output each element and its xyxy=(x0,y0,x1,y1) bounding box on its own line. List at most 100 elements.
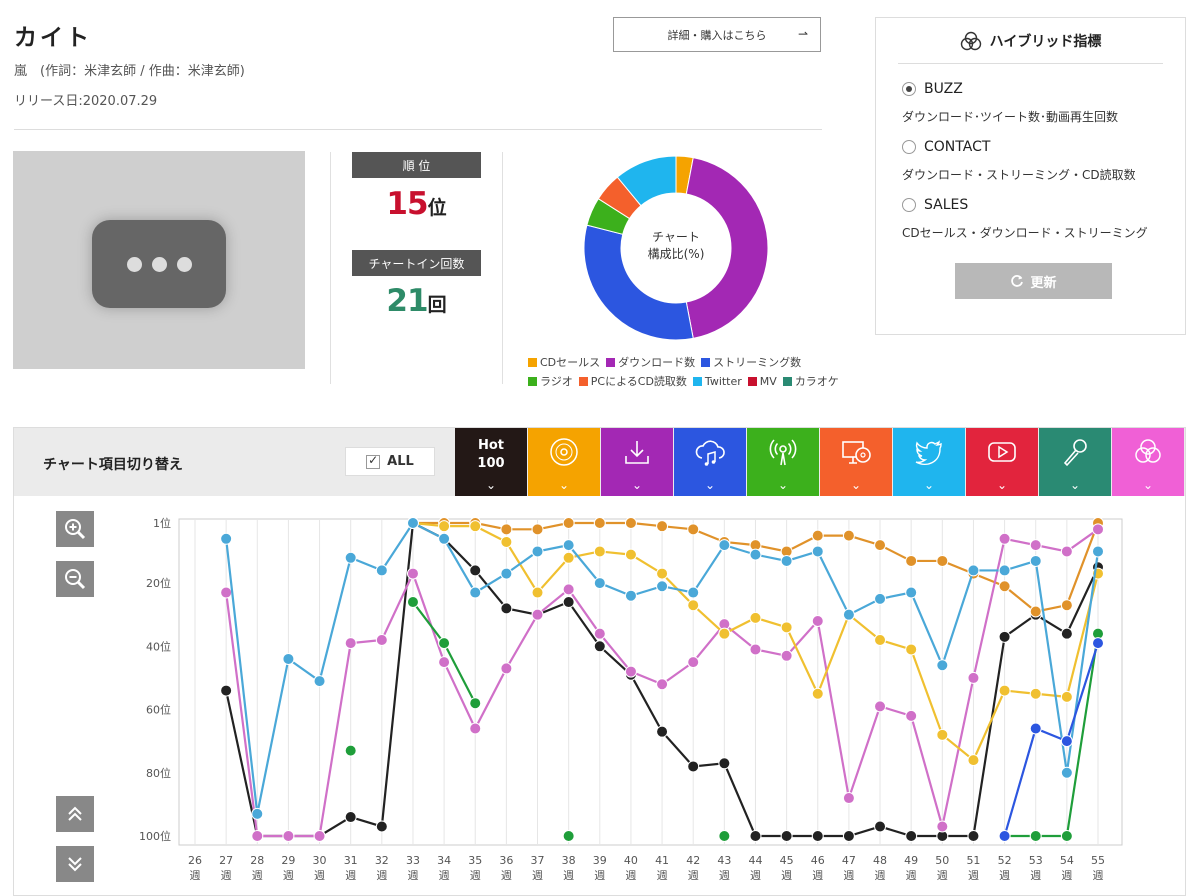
data-point[interactable] xyxy=(905,586,918,599)
data-point[interactable] xyxy=(687,760,700,773)
data-point[interactable] xyxy=(469,520,482,533)
radio-button[interactable] xyxy=(902,198,916,212)
data-point[interactable] xyxy=(687,523,700,536)
data-point[interactable] xyxy=(1029,830,1042,842)
data-point[interactable] xyxy=(1060,735,1073,748)
update-button[interactable]: 更新 xyxy=(955,263,1112,299)
data-point[interactable] xyxy=(656,520,669,533)
data-point[interactable] xyxy=(656,580,669,593)
data-point[interactable] xyxy=(562,551,575,564)
data-point[interactable] xyxy=(905,643,918,656)
data-point[interactable] xyxy=(438,637,451,650)
data-point[interactable] xyxy=(780,621,793,634)
hybrid-option-contact[interactable]: CONTACT xyxy=(902,139,990,155)
data-point[interactable] xyxy=(842,529,855,542)
data-point[interactable] xyxy=(1060,627,1073,640)
data-point[interactable] xyxy=(282,830,295,842)
data-point[interactable] xyxy=(967,754,980,767)
data-point[interactable] xyxy=(656,678,669,691)
data-point[interactable] xyxy=(749,548,762,561)
data-point[interactable] xyxy=(811,615,824,628)
video-player-icon[interactable] xyxy=(92,220,226,308)
data-point[interactable] xyxy=(1029,554,1042,567)
data-point[interactable] xyxy=(656,567,669,580)
data-point[interactable] xyxy=(624,517,637,529)
data-point[interactable] xyxy=(780,830,793,842)
data-point[interactable] xyxy=(469,586,482,599)
data-point[interactable] xyxy=(998,830,1011,842)
data-point[interactable] xyxy=(967,830,980,842)
data-point[interactable] xyxy=(936,659,949,672)
data-point[interactable] xyxy=(313,830,326,842)
data-point[interactable] xyxy=(811,830,824,842)
data-point[interactable] xyxy=(998,684,1011,697)
data-point[interactable] xyxy=(500,602,513,615)
data-point[interactable] xyxy=(687,599,700,612)
data-point[interactable] xyxy=(593,640,606,653)
data-point[interactable] xyxy=(842,608,855,621)
data-point[interactable] xyxy=(718,539,731,552)
data-point[interactable] xyxy=(998,630,1011,643)
data-point[interactable] xyxy=(780,649,793,662)
data-point[interactable] xyxy=(1092,523,1104,536)
data-point[interactable] xyxy=(998,580,1011,593)
data-point[interactable] xyxy=(1029,605,1042,618)
data-point[interactable] xyxy=(1060,545,1073,558)
data-point[interactable] xyxy=(438,532,451,545)
data-point[interactable] xyxy=(344,811,357,824)
data-point[interactable] xyxy=(749,643,762,656)
data-point[interactable] xyxy=(811,545,824,558)
data-point[interactable] xyxy=(998,532,1011,545)
data-point[interactable] xyxy=(874,592,887,605)
data-point[interactable] xyxy=(500,523,513,536)
data-point[interactable] xyxy=(624,548,637,561)
data-point[interactable] xyxy=(967,564,980,577)
data-point[interactable] xyxy=(656,725,669,738)
data-point[interactable] xyxy=(874,633,887,646)
data-point[interactable] xyxy=(593,627,606,640)
data-point[interactable] xyxy=(842,792,855,805)
data-point[interactable] xyxy=(936,820,949,833)
data-point[interactable] xyxy=(874,820,887,833)
data-point[interactable] xyxy=(344,551,357,564)
data-point[interactable] xyxy=(406,517,419,529)
radio-button[interactable] xyxy=(902,140,916,154)
data-point[interactable] xyxy=(375,820,388,833)
data-point[interactable] xyxy=(687,586,700,599)
data-point[interactable] xyxy=(749,830,762,842)
data-point[interactable] xyxy=(375,633,388,646)
data-point[interactable] xyxy=(874,539,887,552)
data-point[interactable] xyxy=(500,662,513,675)
data-point[interactable] xyxy=(220,586,233,599)
data-point[interactable] xyxy=(718,627,731,640)
data-point[interactable] xyxy=(531,545,544,558)
data-point[interactable] xyxy=(811,687,824,700)
data-point[interactable] xyxy=(251,830,264,842)
data-point[interactable] xyxy=(936,728,949,741)
data-point[interactable] xyxy=(438,656,451,669)
data-point[interactable] xyxy=(562,596,575,609)
data-point[interactable] xyxy=(562,830,575,842)
data-point[interactable] xyxy=(967,671,980,684)
data-point[interactable] xyxy=(220,532,233,545)
data-point[interactable] xyxy=(593,545,606,558)
data-point[interactable] xyxy=(251,807,264,820)
data-point[interactable] xyxy=(624,589,637,602)
data-point[interactable] xyxy=(1092,637,1104,650)
data-point[interactable] xyxy=(406,596,419,609)
data-point[interactable] xyxy=(593,577,606,590)
data-point[interactable] xyxy=(718,757,731,770)
data-point[interactable] xyxy=(936,554,949,567)
radio-button[interactable] xyxy=(902,82,916,96)
data-point[interactable] xyxy=(282,652,295,665)
data-point[interactable] xyxy=(531,523,544,536)
data-point[interactable] xyxy=(562,517,575,529)
data-point[interactable] xyxy=(1060,830,1073,842)
data-point[interactable] xyxy=(562,539,575,552)
data-point[interactable] xyxy=(531,608,544,621)
data-point[interactable] xyxy=(1060,690,1073,703)
data-point[interactable] xyxy=(469,697,482,710)
data-point[interactable] xyxy=(593,517,606,529)
data-point[interactable] xyxy=(469,722,482,735)
data-point[interactable] xyxy=(780,554,793,567)
